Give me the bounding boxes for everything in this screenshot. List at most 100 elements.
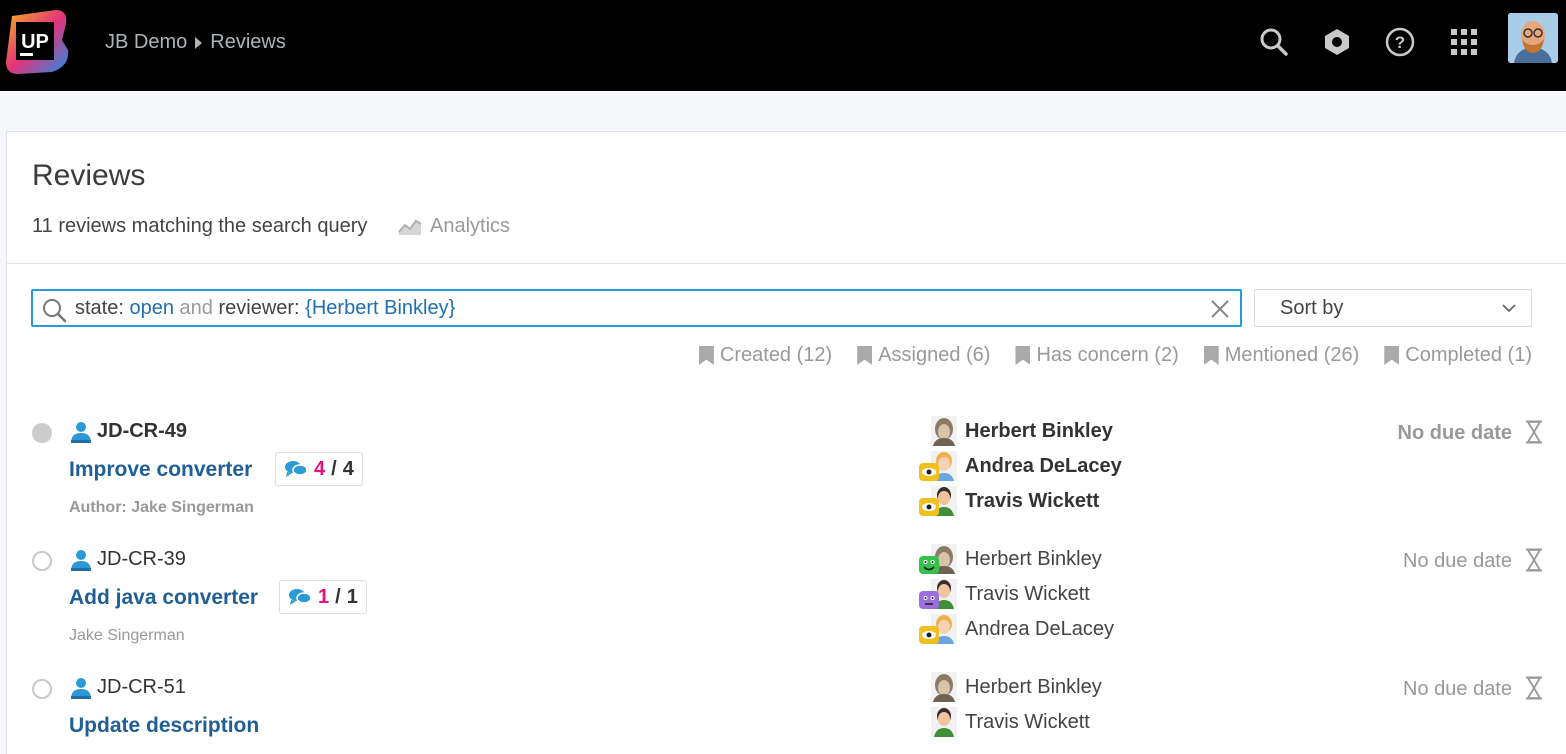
participant-name: Herbert Binkley — [965, 547, 1102, 570]
query-keyword-reviewer: reviewer: — [212, 296, 300, 319]
bookmark-icon — [1203, 346, 1219, 365]
user-avatar[interactable] — [1508, 13, 1558, 63]
breadcrumb: JB Demo Reviews — [105, 31, 286, 54]
query-value-open: open — [123, 296, 174, 319]
avatar — [919, 451, 957, 481]
participant-name: Travis Wickett — [965, 710, 1090, 733]
top-bar: UP JB Demo Reviews ? — [0, 0, 1566, 91]
comments-badge[interactable]: 4/4 — [275, 452, 363, 486]
analytics-link[interactable]: Analytics — [398, 215, 510, 238]
filter-mentioned[interactable]: Mentioned (26) — [1203, 344, 1360, 367]
comments-separator: / — [335, 585, 341, 608]
hexagon-icon[interactable] — [1321, 26, 1353, 58]
reviews-card: Reviews 11 reviews matching the search q… — [6, 131, 1566, 754]
filter-label: Assigned (6) — [878, 344, 991, 366]
search-icon — [43, 299, 67, 323]
filter-label: Mentioned (26) — [1224, 344, 1360, 366]
review-title[interactable]: Improve converter — [69, 458, 252, 482]
filter-completed[interactable]: Completed (1) — [1384, 344, 1532, 367]
chart-icon — [398, 219, 422, 235]
discussion-icon — [289, 589, 312, 605]
review-id-label: JD-CR-49 — [97, 420, 188, 442]
sort-dropdown[interactable]: Sort by — [1254, 289, 1532, 327]
page-title: Reviews — [32, 159, 146, 192]
review-author: Author: Jake Singerman — [69, 499, 254, 516]
search-input[interactable]: state: open and reviewer: {Herbert Binkl… — [31, 289, 1242, 327]
person-icon — [71, 549, 91, 571]
filter-has-concern[interactable]: Has concern (2) — [1015, 344, 1179, 367]
bookmark-icon — [1384, 346, 1400, 365]
total-count: 1 — [346, 585, 358, 608]
hourglass-icon[interactable] — [1525, 420, 1543, 444]
review-id-label: JD-CR-51 — [97, 676, 186, 698]
watching-eye-icon — [919, 498, 939, 516]
analytics-label: Analytics — [430, 215, 511, 237]
filter-created[interactable]: Created (12) — [698, 344, 833, 367]
filter-label: Created (12) — [719, 344, 833, 366]
breadcrumb-project[interactable]: JB Demo — [105, 31, 187, 54]
participant[interactable]: Herbert Binkley — [919, 672, 1102, 702]
comments-separator: / — [331, 457, 337, 480]
svg-text:UP: UP — [21, 31, 49, 53]
sort-label: Sort by — [1280, 296, 1344, 319]
avatar — [919, 614, 957, 644]
participant-name: Travis Wickett — [965, 582, 1090, 605]
review-id[interactable]: JD-CR-49 — [69, 420, 187, 443]
participant[interactable]: Travis Wickett — [919, 579, 1090, 609]
review-status-indicator[interactable] — [32, 551, 52, 571]
query-value-reviewer: {Herbert Binkley} — [299, 296, 456, 319]
avatar — [919, 672, 957, 702]
search-icon[interactable] — [1258, 26, 1290, 58]
query-keyword-state: state: — [75, 296, 124, 319]
participant[interactable]: Herbert Binkley — [919, 416, 1113, 446]
divider — [7, 263, 1566, 264]
due-date: No due date — [1403, 550, 1512, 572]
person-icon — [71, 421, 91, 443]
review-id[interactable]: JD-CR-51 — [69, 676, 186, 699]
participant-name: Andrea DeLacey — [965, 454, 1122, 477]
query-operator-and: and — [173, 296, 213, 319]
results-summary: 11 reviews matching the search query — [32, 215, 368, 237]
help-icon[interactable]: ? — [1384, 26, 1416, 58]
person-icon — [71, 677, 91, 699]
filter-label: Completed (1) — [1405, 344, 1532, 366]
bookmark-icon — [857, 346, 873, 365]
avatar — [919, 544, 957, 574]
unread-count: 1 — [318, 585, 330, 608]
upsource-logo[interactable]: UP — [4, 10, 70, 76]
participant-name: Travis Wickett — [965, 489, 1100, 512]
hourglass-icon[interactable] — [1525, 548, 1543, 572]
neutral-face-icon — [919, 591, 939, 609]
due-date: No due date — [1403, 678, 1512, 700]
discussion-icon — [285, 461, 308, 477]
review-id[interactable]: JD-CR-39 — [69, 548, 186, 571]
breadcrumb-separator-icon — [195, 36, 203, 49]
comments-badge[interactable]: 1/1 — [279, 580, 367, 614]
review-id-label: JD-CR-39 — [97, 548, 186, 570]
participant[interactable]: Andrea DeLacey — [919, 614, 1114, 644]
participant[interactable]: Travis Wickett — [919, 707, 1090, 737]
watching-eye-icon — [919, 463, 939, 481]
review-status-indicator[interactable] — [32, 423, 52, 443]
participant[interactable]: Herbert Binkley — [919, 544, 1102, 574]
total-count: 4 — [342, 457, 354, 480]
avatar — [919, 486, 957, 516]
participant[interactable]: Andrea DeLacey — [919, 451, 1122, 481]
apps-grid-icon[interactable] — [1448, 26, 1480, 58]
hourglass-icon[interactable] — [1525, 676, 1543, 700]
close-icon[interactable] — [1210, 299, 1230, 319]
avatar — [919, 416, 957, 446]
participant[interactable]: Travis Wickett — [919, 486, 1099, 516]
filter-assigned[interactable]: Assigned (6) — [857, 344, 990, 367]
breadcrumb-reviews[interactable]: Reviews — [210, 31, 286, 54]
chevron-down-icon — [1502, 304, 1516, 313]
review-status-indicator[interactable] — [32, 679, 52, 699]
unread-count: 4 — [314, 457, 326, 480]
watching-eye-icon — [919, 626, 939, 644]
bookmark-icon — [698, 346, 714, 365]
filter-label: Has concern (2) — [1036, 344, 1179, 366]
quick-filters: Created (12) Assigned (6) Has concern (2… — [698, 344, 1532, 367]
review-title[interactable]: Update description — [69, 714, 259, 738]
review-title[interactable]: Add java converter — [69, 586, 258, 610]
accepted-smile-icon — [919, 556, 939, 574]
